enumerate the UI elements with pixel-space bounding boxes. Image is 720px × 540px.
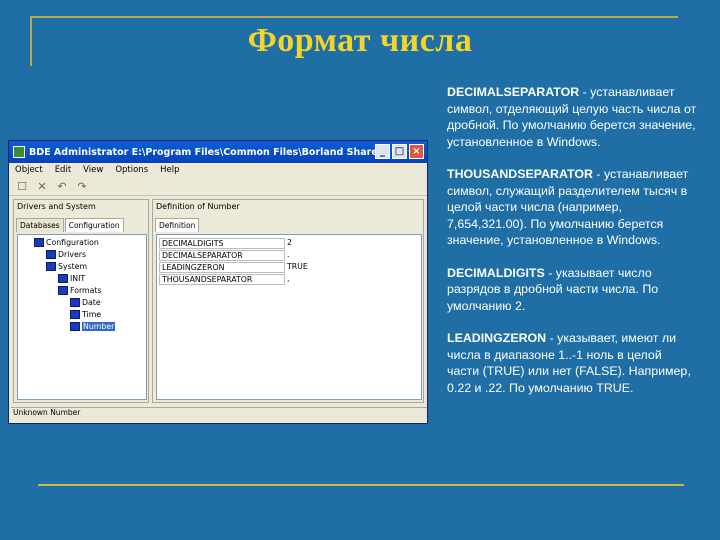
menu-bar: Object Edit View Options Help: [9, 163, 427, 177]
bde-window: BDE Administrator E:\Program Files\Commo…: [8, 140, 428, 424]
menu-object[interactable]: Object: [15, 165, 43, 175]
folder-icon: [46, 250, 56, 259]
tree-item-date[interactable]: Date: [70, 298, 101, 307]
undo-icon[interactable]: ↶: [55, 180, 69, 193]
desc-decimalseparator: DECIMALSEPARATOR - устанавливает символ,…: [447, 85, 697, 149]
redo-icon[interactable]: ↷: [75, 180, 89, 193]
status-bar: Unknown Number: [11, 407, 427, 421]
menu-help[interactable]: Help: [160, 165, 179, 175]
tab-databases[interactable]: Databases: [16, 218, 64, 232]
new-icon[interactable]: ☐: [15, 180, 29, 193]
tree-item-time[interactable]: Time: [70, 310, 101, 319]
window-titlebar[interactable]: BDE Administrator E:\Program Files\Commo…: [9, 141, 427, 163]
folder-icon: [58, 274, 68, 283]
toolbar: ☐ ✕ ↶ ↷: [9, 177, 427, 196]
file-icon: [70, 322, 80, 331]
menu-options[interactable]: Options: [115, 165, 148, 175]
tab-definition[interactable]: Definition: [155, 218, 200, 232]
table-row[interactable]: LEADINGZERON TRUE: [159, 262, 417, 273]
table-row[interactable]: DECIMALDIGITS 2: [159, 238, 417, 249]
folder-icon: [58, 286, 68, 295]
slide-title: Формат числа: [247, 22, 473, 59]
config-tree: Configuration Drivers System INIT Format…: [17, 234, 147, 400]
definition-grid: DECIMALDIGITS 2 DECIMALSEPARATOR. LEADING…: [156, 234, 422, 400]
table-row[interactable]: DECIMALSEPARATOR.: [159, 250, 417, 261]
tree-item-configuration[interactable]: Configuration: [34, 238, 99, 247]
desc-thousandseparator: THOUSANDSEPARATOR - устанавливает символ…: [447, 167, 689, 247]
folder-icon: [34, 238, 44, 247]
tab-configuration[interactable]: Configuration: [64, 218, 124, 232]
close-button[interactable]: ×: [409, 144, 424, 159]
definition-panel: Definition of Number Definition DECIMALD…: [152, 199, 424, 403]
drivers-panel: Drivers and System Databases Configurati…: [13, 199, 149, 403]
desc-decimaldigits: DECIMALDIGITS - указывает число разрядов…: [447, 265, 659, 313]
tree-item-formats[interactable]: Formats: [58, 286, 102, 295]
menu-edit[interactable]: Edit: [55, 165, 71, 175]
drivers-panel-title: Drivers and System: [17, 202, 96, 211]
desc-leadingzeron: LEADINGZERON - указывает, имеют ли числа…: [447, 331, 691, 395]
file-icon: [70, 310, 80, 319]
file-icon: [70, 298, 80, 307]
minimize-button[interactable]: _: [375, 144, 390, 159]
tree-item-system[interactable]: System: [46, 262, 87, 271]
app-icon: [13, 146, 25, 158]
menu-view[interactable]: View: [83, 165, 103, 175]
definition-panel-title: Definition of Number: [156, 202, 240, 211]
frame-bottom-line: [38, 484, 684, 486]
tree-item-number[interactable]: Number: [70, 322, 116, 331]
description-text: DECIMALSEPARATOR - устанавливает символ,…: [447, 84, 697, 412]
tree-item-drivers[interactable]: Drivers: [46, 250, 86, 259]
tree-item-init[interactable]: INIT: [58, 274, 85, 283]
frame-top-line: [30, 16, 678, 18]
delete-icon[interactable]: ✕: [35, 180, 49, 193]
table-row[interactable]: THOUSANDSEPARATOR,: [159, 274, 417, 285]
folder-icon: [46, 262, 56, 271]
window-title: BDE Administrator E:\Program Files\Commo…: [29, 146, 379, 158]
maximize-button[interactable]: □: [392, 144, 407, 159]
